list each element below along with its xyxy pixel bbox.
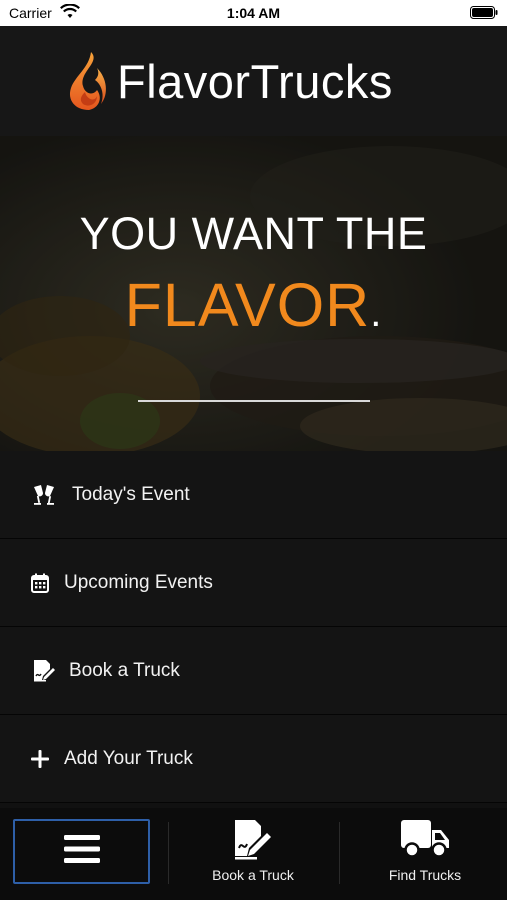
tab-book-truck[interactable]: Book a Truck <box>178 818 328 883</box>
tab-label: Book a Truck <box>212 867 294 883</box>
status-bar: Carrier 1:04 AM <box>0 0 507 26</box>
tab-find-trucks[interactable]: Find Trucks <box>350 818 500 883</box>
app-header: FlavorTrucks <box>0 26 507 136</box>
menu-item-label: Today's Event <box>72 483 190 505</box>
menu-item-upcoming-events[interactable]: Upcoming Events <box>0 539 507 627</box>
menu-item-todays-event[interactable]: Today's Event <box>0 451 507 539</box>
hero-headline: YOU WANT THE <box>79 208 428 259</box>
menu-item-label: Upcoming Events <box>64 571 213 593</box>
menu-item-label: Add Your Truck <box>64 747 193 769</box>
tab-divider <box>339 822 340 884</box>
menu-item-book-truck[interactable]: Book a Truck <box>0 627 507 715</box>
brand-title: FlavorTrucks <box>117 55 393 108</box>
cheers-icon <box>30 481 58 509</box>
battery-icon <box>470 6 498 22</box>
hamburger-icon <box>63 833 100 870</box>
clock: 1:04 AM <box>226 5 281 21</box>
menu-tab-button[interactable] <box>13 819 150 884</box>
bottom-tab-bar: Book a Truck Find Trucks <box>0 808 507 900</box>
tab-label: Find Trucks <box>388 867 462 883</box>
contract-sign-icon <box>229 820 277 864</box>
plus-icon <box>30 745 50 773</box>
truck-icon <box>399 820 451 864</box>
contract-sign-icon <box>30 657 58 685</box>
tab-divider <box>168 822 169 884</box>
menu-item-label: Book a Truck <box>69 659 180 681</box>
hero-accent-word: FLAVOR <box>124 271 371 339</box>
hero-period: . <box>370 291 383 335</box>
hero-banner: YOU WANT THE FLAVOR. <box>0 136 507 451</box>
calendar-icon <box>30 569 50 597</box>
hero-accent-line: FLAVOR. <box>0 270 507 340</box>
main-menu: Today's Event Upcoming Events Book a Tru… <box>0 451 507 803</box>
hero-divider <box>138 400 370 402</box>
flame-logo-icon <box>67 50 111 117</box>
menu-item-add-truck[interactable]: Add Your Truck <box>0 715 507 803</box>
